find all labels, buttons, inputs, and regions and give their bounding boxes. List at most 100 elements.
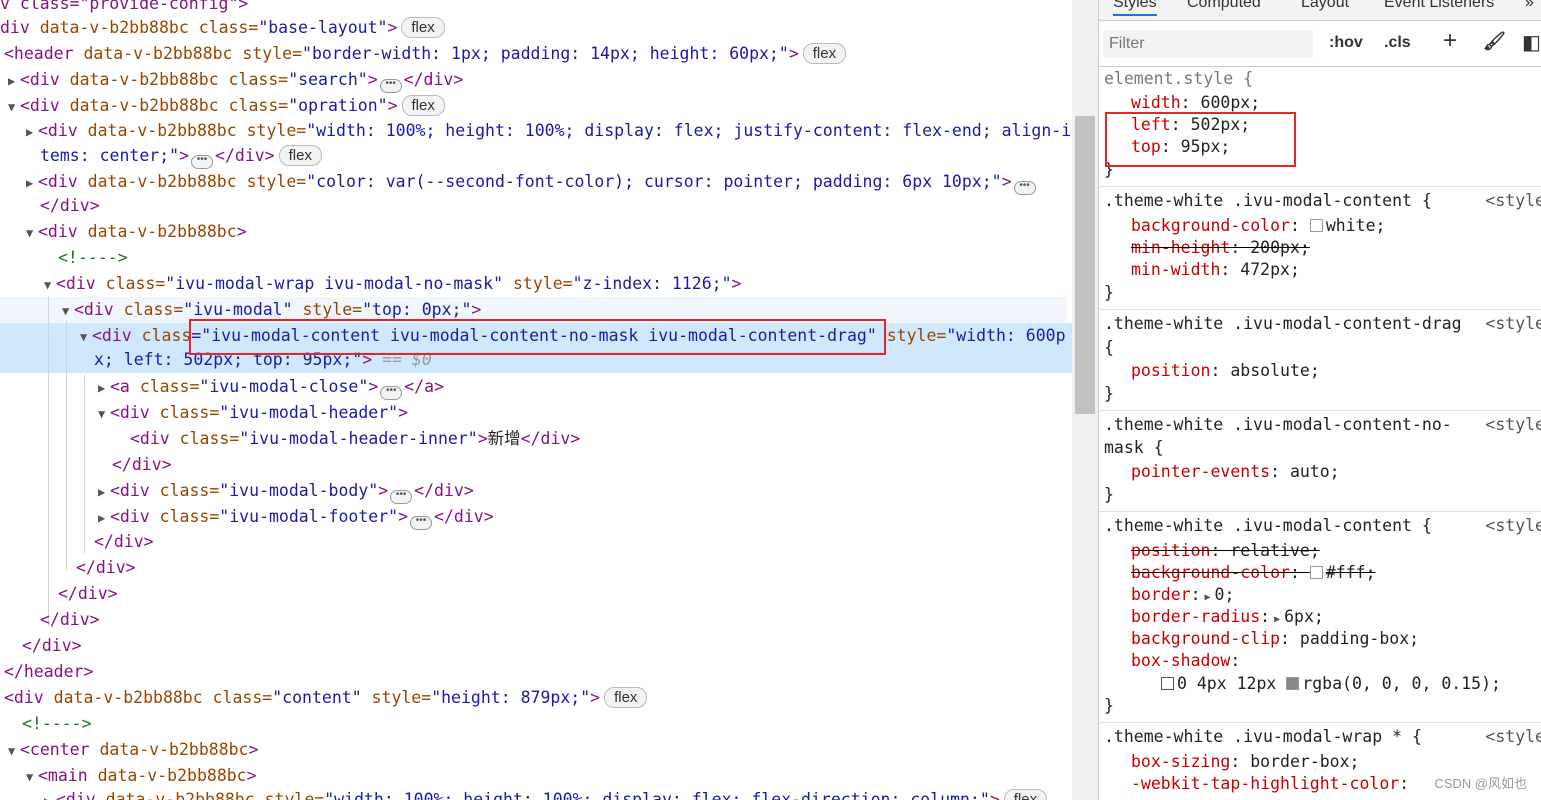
property-name[interactable]: border bbox=[1131, 585, 1191, 604]
dom-line[interactable]: ▼ <div class="ivu-modal-wrap ivu-modal-no… bbox=[44, 272, 741, 296]
dom-line[interactable]: </div> bbox=[40, 194, 100, 218]
dom-line[interactable]: <header data-v-b2bb88bc style="border-wi… bbox=[4, 42, 847, 66]
shadow-editor-icon[interactable] bbox=[1161, 677, 1174, 690]
dom-line[interactable]: </div> bbox=[76, 556, 136, 580]
ellipsis-icon[interactable]: ••• bbox=[380, 386, 403, 400]
color-swatch-icon[interactable] bbox=[1286, 677, 1300, 690]
dom-line[interactable]: </div> bbox=[22, 634, 82, 658]
flex-badge[interactable]: flex bbox=[401, 17, 445, 38]
dom-line[interactable]: <div class="ivu-modal-header-inner">新增</… bbox=[130, 427, 580, 451]
property-name[interactable]: min-height bbox=[1131, 238, 1230, 257]
style-declaration[interactable]: box-sizing: border-box; bbox=[1131, 751, 1359, 773]
property-name[interactable]: -webkit-tap-highlight-color bbox=[1131, 774, 1399, 793]
property-name[interactable]: pointer-events bbox=[1131, 462, 1270, 481]
dom-line[interactable]: v class="provide-config"> bbox=[0, 0, 248, 16]
style-declaration[interactable]: background-color: white; bbox=[1131, 215, 1385, 237]
flex-badge[interactable]: flex bbox=[278, 145, 322, 166]
dom-line[interactable]: <!----> bbox=[58, 246, 128, 270]
dom-line[interactable]: </div> bbox=[94, 530, 154, 554]
property-name[interactable]: position bbox=[1131, 541, 1210, 560]
rule-selector[interactable]: .theme-white .ivu-modal-wrap * { bbox=[1104, 726, 1422, 748]
style-declaration-overridden[interactable]: min-height: 200px; bbox=[1131, 237, 1310, 259]
rule-selector[interactable]: .theme-white .ivu-modal-content-drag bbox=[1104, 313, 1462, 335]
property-name[interactable]: box-shadow bbox=[1131, 651, 1230, 670]
dom-line[interactable]: </header> bbox=[4, 660, 93, 684]
dom-line[interactable]: ▶<div data-v-b2bb88bc style="width: 100%… bbox=[26, 119, 1071, 143]
dom-line[interactable]: ▼ <div data-v-b2bb88bc class="opration"> f… bbox=[8, 94, 445, 118]
property-name[interactable]: min-width bbox=[1131, 260, 1220, 279]
dom-line[interactable]: </div> bbox=[40, 608, 100, 632]
style-declaration[interactable]: -webkit-tap-highlight-color: bbox=[1131, 773, 1409, 795]
property-value[interactable]: 0 4px 12px bbox=[1177, 674, 1276, 693]
property-value[interactable]: #fff; bbox=[1326, 563, 1376, 582]
property-value[interactable]: : 600px; bbox=[1181, 93, 1260, 112]
style-value-line[interactable]: 0 4px 12px rgba(0, 0, 0, 0.15); bbox=[1161, 673, 1501, 695]
ellipsis-icon[interactable]: ••• bbox=[191, 155, 214, 169]
rule-selector[interactable]: mask { bbox=[1104, 437, 1164, 459]
style-declaration[interactable]: background-clip: padding-box; bbox=[1131, 628, 1419, 650]
flex-badge[interactable]: flex bbox=[1003, 789, 1048, 800]
dom-line[interactable]: </div> bbox=[58, 582, 118, 606]
rule-source-link[interactable]: <style bbox=[1485, 726, 1541, 748]
ellipsis-icon[interactable]: ••• bbox=[379, 79, 402, 93]
style-declaration[interactable]: box-shadow: bbox=[1131, 650, 1240, 672]
dom-line[interactable]: ▼ <div data-v-b2bb88bc> bbox=[26, 220, 247, 244]
expand-triangle-icon[interactable]: ▶ bbox=[98, 506, 110, 530]
property-value[interactable]: : 472px; bbox=[1220, 260, 1299, 279]
dom-line[interactable]: ▶ <div class="ivu-modal-body"> ••• </div> bbox=[98, 479, 474, 504]
expand-triangle-icon[interactable]: ▶ bbox=[44, 789, 56, 800]
style-declaration[interactable]: position: absolute; bbox=[1131, 360, 1320, 382]
style-declaration[interactable]: width: 600px; bbox=[1131, 92, 1260, 114]
collapse-triangle-icon[interactable]: ▼ bbox=[62, 299, 74, 323]
ellipsis-icon[interactable]: ••• bbox=[410, 516, 433, 530]
property-value[interactable]: : relative; bbox=[1210, 541, 1319, 560]
ellipsis-icon[interactable]: ••• bbox=[390, 490, 413, 504]
dom-line[interactable]: ▶ <div data-v-b2bb88bc style="color: var(… bbox=[26, 170, 1038, 195]
property-value[interactable]: 6px; bbox=[1284, 607, 1324, 626]
collapse-triangle-icon[interactable]: ▼ bbox=[26, 221, 38, 245]
elements-panel[interactable]: v class="provide-config"> div data-v-b2b… bbox=[0, 0, 1072, 800]
expand-triangle-icon[interactable]: ▶ bbox=[8, 69, 20, 93]
style-declaration-overridden[interactable]: background-color: #fff; bbox=[1131, 562, 1376, 584]
rule-source-link[interactable]: <style bbox=[1485, 414, 1541, 436]
dom-line[interactable]: <!----> bbox=[22, 712, 92, 736]
property-name[interactable]: background-color bbox=[1131, 563, 1290, 582]
dom-line[interactable]: div data-v-b2bb88bc class="base-layout">… bbox=[0, 16, 445, 40]
property-value[interactable]: : 200px; bbox=[1230, 238, 1309, 257]
expand-triangle-icon[interactable]: ▶ bbox=[98, 480, 110, 504]
collapse-triangle-icon[interactable]: ▼ bbox=[8, 95, 20, 119]
expand-triangle-icon[interactable]: ▶ bbox=[26, 171, 38, 195]
dom-line[interactable]: ▼ <center data-v-b2bb88bc> bbox=[8, 738, 258, 762]
property-name[interactable]: box-sizing bbox=[1131, 752, 1230, 771]
style-declaration[interactable]: pointer-events: auto; bbox=[1131, 461, 1340, 483]
dom-line[interactable]: ▶<div data-v-b2bb88bc style="width: 100%… bbox=[44, 788, 1048, 800]
collapse-triangle-icon[interactable]: ▼ bbox=[26, 765, 38, 789]
rule-source-link[interactable]: <style bbox=[1485, 190, 1541, 212]
style-declaration[interactable]: min-width: 472px; bbox=[1131, 259, 1300, 281]
property-name[interactable]: background-clip bbox=[1131, 629, 1280, 648]
ellipsis-icon[interactable]: ••• bbox=[1013, 181, 1036, 195]
dom-line[interactable]: ▶ <a class="ivu-modal-close"> ••• </a> bbox=[98, 375, 444, 400]
flex-badge[interactable]: flex bbox=[604, 687, 648, 708]
rule-selector[interactable]: .theme-white .ivu-modal-content { bbox=[1104, 515, 1432, 537]
color-swatch-icon[interactable] bbox=[1309, 566, 1323, 579]
property-value[interactable]: white; bbox=[1326, 216, 1386, 235]
style-declaration-overridden[interactable]: position: relative; bbox=[1131, 540, 1320, 562]
expand-triangle-icon[interactable]: ▶ bbox=[26, 120, 38, 144]
property-name[interactable]: background-color bbox=[1131, 216, 1290, 235]
scrollbar-thumb[interactable] bbox=[1075, 116, 1095, 414]
rule-selector[interactable]: element.style { bbox=[1104, 68, 1253, 90]
flex-badge[interactable]: flex bbox=[401, 95, 445, 116]
styles-panel[interactable]: Styles Computed Layout Event Listeners »… bbox=[1099, 0, 1541, 800]
rule-selector[interactable]: .theme-white .ivu-modal-content-no- bbox=[1104, 414, 1452, 436]
property-name[interactable]: position bbox=[1131, 361, 1210, 380]
dom-line[interactable]: ▼ <main data-v-b2bb88bc> bbox=[26, 764, 257, 788]
rule-selector[interactable]: .theme-white .ivu-modal-content { bbox=[1104, 190, 1432, 212]
style-declaration[interactable]: border-radius: ▶ 6px; bbox=[1131, 606, 1324, 628]
dom-line[interactable]: ▶ <div class="ivu-modal-footer"> ••• </div> bbox=[98, 505, 494, 530]
collapse-triangle-icon[interactable]: ▼ bbox=[80, 325, 92, 349]
property-value[interactable]: : padding-box; bbox=[1280, 629, 1419, 648]
collapse-triangle-icon[interactable]: ▼ bbox=[44, 273, 56, 297]
dom-line[interactable]: tems: center;"> ••• </div> flex bbox=[40, 144, 322, 169]
property-name[interactable]: width bbox=[1131, 93, 1181, 112]
